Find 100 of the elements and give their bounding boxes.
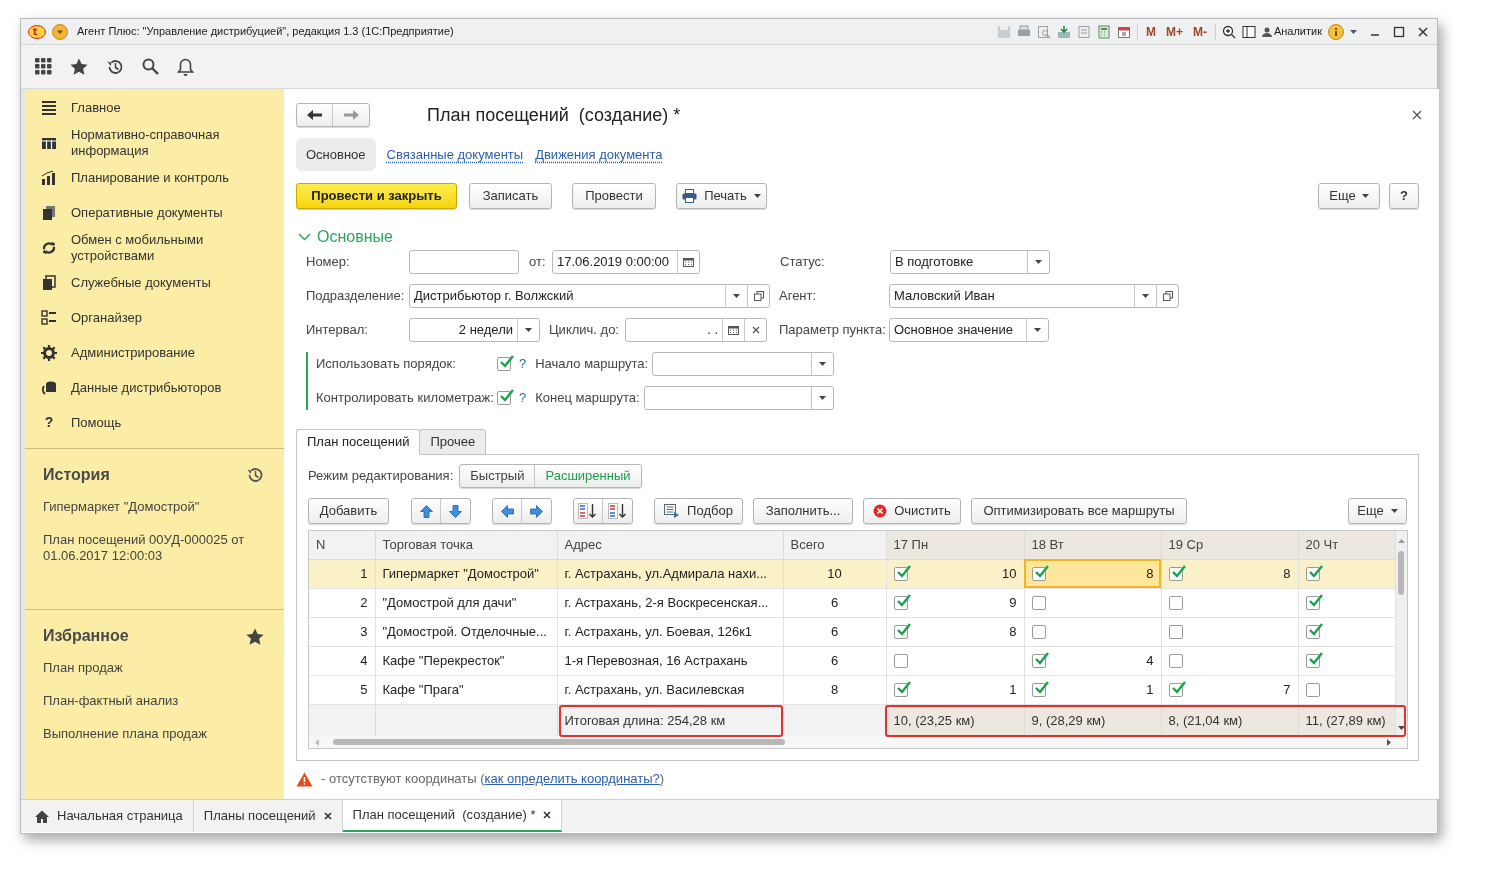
checkbox[interactable] [893, 624, 908, 639]
section-tab[interactable]: Основное [296, 138, 376, 171]
table-cell[interactable] [1024, 588, 1161, 617]
checkbox[interactable] [1305, 624, 1320, 639]
section-link[interactable]: Администрирование [71, 344, 241, 361]
section-link[interactable]: Оперативные документы [71, 204, 241, 221]
help-button[interactable]: ? [1389, 183, 1419, 209]
user-button[interactable]: Аналитик [1261, 23, 1322, 40]
section-link[interactable]: Помощь [71, 414, 241, 431]
document-icon[interactable] [1076, 24, 1091, 39]
input-field[interactable]: 2 недели [409, 318, 540, 342]
fill-button[interactable]: Заполнить... [753, 498, 853, 524]
column-header[interactable]: 19 Ср [1161, 531, 1298, 559]
table-cell[interactable]: 8 [1161, 559, 1298, 588]
table-cell[interactable]: 8 [886, 617, 1024, 646]
clear-button[interactable]: Очистить [863, 498, 961, 524]
section-link[interactable]: Планирование и контроль [71, 169, 241, 186]
column-header[interactable]: N [309, 531, 375, 559]
table-cell[interactable] [1298, 617, 1395, 646]
table-cell[interactable] [1024, 617, 1161, 646]
checkbox[interactable] [893, 595, 908, 610]
checkbox[interactable] [1031, 566, 1046, 581]
input-field[interactable]: Основное значение [889, 318, 1049, 342]
input-field[interactable]: 17.06.2019 0:00:00 [552, 250, 700, 274]
bell-icon[interactable] [177, 57, 194, 76]
close-icon[interactable] [1412, 110, 1422, 120]
column-header[interactable]: Торговая точка [375, 531, 557, 559]
hint-link[interactable]: ? [519, 354, 527, 374]
calendar-icon[interactable] [1116, 24, 1131, 39]
table-row[interactable]: 2 "Домострой для дачи" г. Астрахань, 2-я Воскресенская... 6 9 [309, 588, 1395, 617]
download-icon[interactable] [1056, 24, 1071, 39]
tab[interactable]: План посещений [296, 429, 421, 455]
table-row[interactable]: 1 Гипермаркет "Домострой" г. Астрахань, ул.Адмирала нахи... 10 10 8 8 [309, 559, 1395, 588]
table-cell[interactable] [1298, 588, 1395, 617]
recent-link[interactable]: План посещений 00УД-000025 от 01.06.2017 12:00:03 [43, 532, 263, 564]
table-row[interactable]: 3 "Домострой. Отделочные... г. Астрахань, ул. Боевая, 126к1 6 8 [309, 617, 1395, 646]
add-button[interactable]: Добавить [308, 498, 389, 524]
section-link[interactable]: Служебные документы [71, 274, 241, 291]
post-and-close-button[interactable]: Провести и закрыть [296, 183, 457, 209]
more-button[interactable]: Еще [1318, 183, 1380, 209]
section-tab[interactable]: Движения документа [534, 144, 664, 165]
recent-link[interactable]: Гипермаркет "Домострой" [43, 499, 263, 515]
app-logo-icon[interactable] [28, 24, 46, 39]
table-cell[interactable] [1298, 675, 1395, 704]
checkbox[interactable] [1031, 595, 1046, 610]
checkbox[interactable] [1031, 624, 1046, 639]
action-button[interactable]: Записать [469, 183, 552, 209]
printer-icon[interactable] [1016, 24, 1031, 39]
table-cell[interactable]: 10 [886, 559, 1024, 588]
table-cell[interactable] [1298, 646, 1395, 675]
tab[interactable]: Прочее [419, 429, 487, 455]
info-icon[interactable] [1328, 23, 1344, 40]
table-cell[interactable] [1298, 559, 1395, 588]
print-button[interactable]: Печать [676, 183, 767, 209]
mode-option[interactable]: Быстрый [460, 465, 535, 487]
column-header[interactable]: 17 Пн [886, 531, 1024, 559]
checkbox[interactable] [1305, 653, 1320, 668]
input-field[interactable]: Маловский Иван [889, 284, 1179, 308]
chevron-down-icon[interactable] [298, 233, 311, 241]
close-icon[interactable] [1417, 25, 1429, 38]
recent-link[interactable]: Выполнение плана продаж [43, 726, 263, 742]
table-cell[interactable]: 1 [1024, 675, 1161, 704]
table-cell[interactable]: 9 [886, 588, 1024, 617]
column-header[interactable]: 20 Чт [1298, 531, 1395, 559]
section-link[interactable]: Главное [71, 99, 241, 116]
history-icon[interactable] [246, 466, 264, 484]
table-cell[interactable]: 7 [1161, 675, 1298, 704]
section-link[interactable]: Нормативно-справочная информация [71, 126, 241, 159]
table-cell[interactable]: 1 [886, 675, 1024, 704]
history-icon[interactable] [106, 57, 124, 76]
recent-link[interactable]: План-фактный анализ [43, 693, 263, 709]
input-field[interactable]: . . [625, 318, 767, 342]
checkbox[interactable] [497, 391, 511, 405]
checkbox[interactable] [1168, 595, 1183, 610]
star-icon[interactable] [246, 627, 264, 645]
section-link[interactable]: Данные дистрибьюторов [71, 379, 241, 396]
input-field[interactable]: В подготовке [890, 250, 1050, 274]
checkbox[interactable] [893, 653, 908, 668]
section-tab[interactable]: Связанные документы [385, 144, 525, 165]
memory-button[interactable]: M+ [1163, 22, 1185, 41]
panel-icon[interactable] [1241, 24, 1256, 39]
memory-button[interactable]: M- [1190, 22, 1209, 41]
help-link[interactable]: как определить координаты? [484, 771, 660, 787]
close-icon[interactable] [323, 812, 332, 820]
column-header[interactable]: Адрес [557, 531, 783, 559]
table-cell[interactable]: 8 [1024, 559, 1161, 588]
column-header[interactable]: Всего [783, 531, 886, 559]
dropdown-icon[interactable] [52, 23, 68, 40]
input-field[interactable] [409, 250, 519, 274]
checkbox[interactable] [1168, 653, 1183, 668]
action-button[interactable]: Провести [572, 183, 656, 209]
checkbox[interactable] [1305, 595, 1320, 610]
section-link[interactable]: Органайзер [71, 309, 241, 326]
section-link[interactable]: Обмен с мобильными устройствами [71, 231, 241, 264]
checkbox[interactable] [497, 357, 511, 371]
table-cell[interactable]: 4 [1024, 646, 1161, 675]
checkbox[interactable] [893, 682, 908, 697]
open-tab[interactable]: План посещений (создание) * [342, 800, 563, 832]
hint-link[interactable]: ? [519, 388, 527, 408]
checkbox[interactable] [1031, 653, 1046, 668]
